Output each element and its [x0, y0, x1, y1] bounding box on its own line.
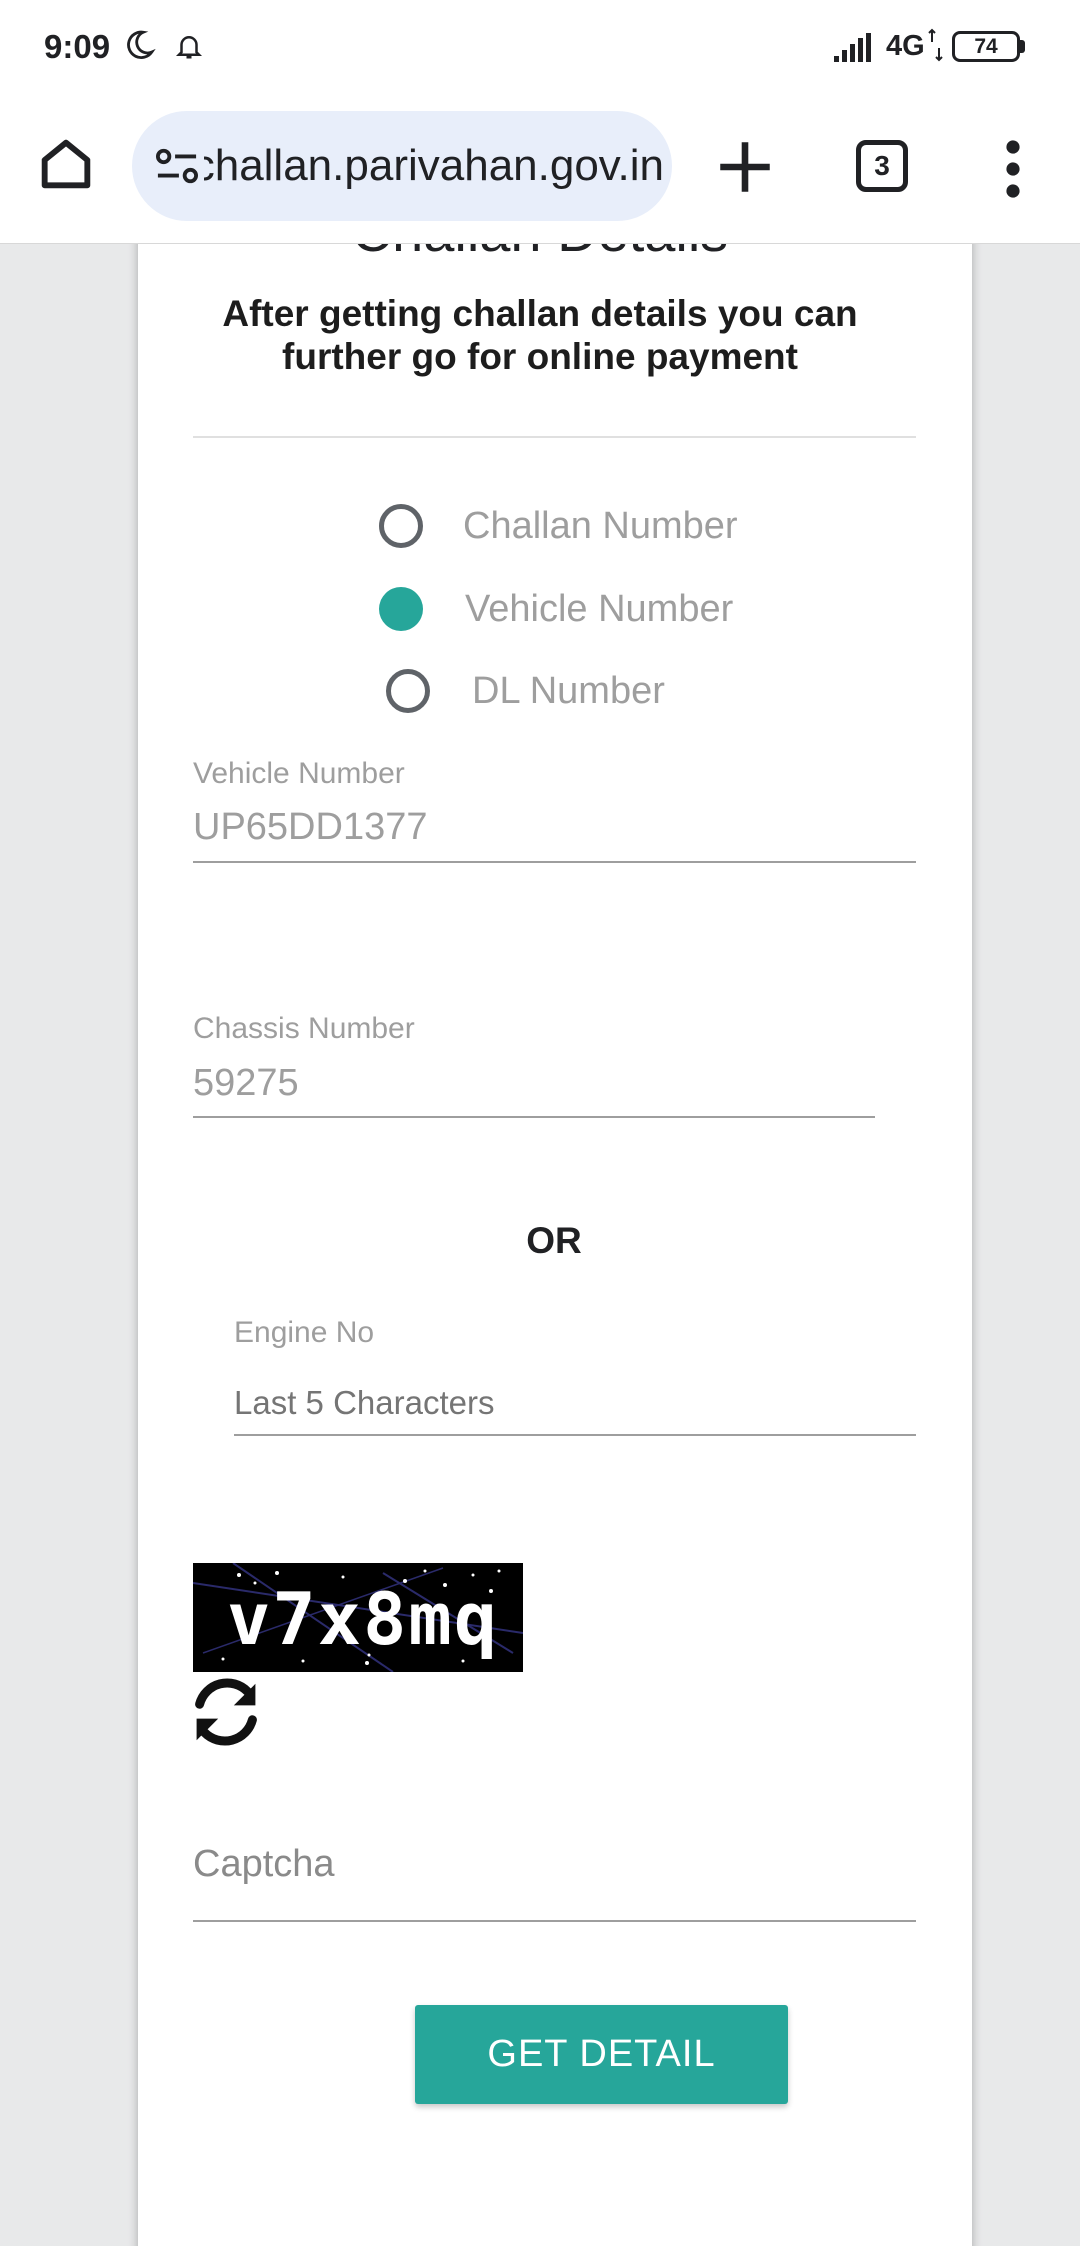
- browser-toolbar: challan.parivahan.gov.in 3: [0, 96, 1080, 244]
- radio-label: Vehicle Number: [465, 587, 734, 630]
- radio-label: Challan Number: [463, 504, 738, 547]
- chassis-number-input[interactable]: 59275: [193, 1062, 299, 1105]
- engine-no-label: Engine No: [234, 1316, 375, 1349]
- radio-button[interactable]: [379, 504, 423, 548]
- vehicle-number-input[interactable]: UP65DD1377: [193, 806, 427, 849]
- more-vert-icon[interactable]: [998, 136, 1028, 202]
- captcha-input[interactable]: Captcha: [193, 1843, 335, 1886]
- site-info-icon[interactable]: [154, 145, 200, 187]
- chassis-number-underline: [193, 1116, 875, 1118]
- home-icon[interactable]: [34, 132, 98, 196]
- vehicle-number-underline: [193, 861, 916, 863]
- get-detail-button[interactable]: GET DETAIL: [415, 2005, 788, 2104]
- radio-button-selected[interactable]: [379, 587, 423, 631]
- divider: [193, 436, 916, 438]
- bell-icon: [175, 36, 203, 59]
- vehicle-number-label: Vehicle Number: [193, 757, 405, 790]
- engine-no-underline: [234, 1434, 916, 1436]
- or-separator: OR: [526, 1220, 582, 1261]
- network-type: 4G: [886, 30, 925, 62]
- status-time: 9:09: [44, 28, 111, 65]
- challan-form-card: [138, 190, 972, 2246]
- radio-button[interactable]: [386, 669, 430, 713]
- captcha-image: v7x8mq: [193, 1563, 523, 1672]
- refresh-icon[interactable]: [190, 1676, 262, 1748]
- radio-label: DL Number: [472, 669, 665, 712]
- battery-tip: [1020, 40, 1025, 53]
- chassis-number-label: Chassis Number: [193, 1012, 415, 1045]
- radio-vehicle-number[interactable]: Vehicle Number: [379, 587, 733, 631]
- radio-dl-number[interactable]: DL Number: [386, 669, 665, 713]
- status-bar: 9:09 4G 74: [0, 0, 1080, 96]
- plus-icon[interactable]: [712, 134, 778, 200]
- data-activity-icon: [928, 28, 943, 62]
- page-subtitle: After getting challan details you can fu…: [222, 293, 858, 377]
- address-bar[interactable]: challan.parivahan.gov.in: [132, 111, 672, 221]
- tab-switcher-button[interactable]: 3: [856, 140, 908, 192]
- signal-icon: [834, 33, 871, 62]
- moon-icon: [127, 30, 156, 59]
- radio-challan-number[interactable]: Challan Number: [379, 504, 738, 548]
- captcha-underline: [193, 1920, 916, 1922]
- engine-no-input[interactable]: Last 5 Characters: [234, 1384, 494, 1422]
- url-text[interactable]: challan.parivahan.gov.in: [204, 141, 664, 191]
- battery-indicator: 74: [952, 31, 1020, 62]
- captcha-text: v7x8mq: [227, 1577, 500, 1661]
